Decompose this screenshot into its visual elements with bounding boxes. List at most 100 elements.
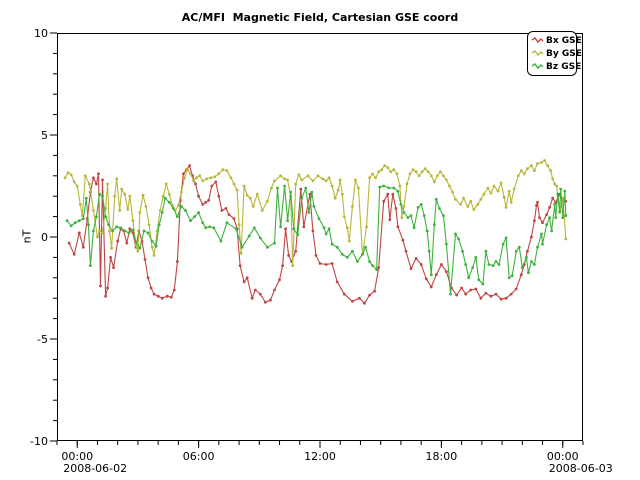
data-point-marker (286, 179, 289, 182)
data-point-marker (151, 240, 154, 243)
data-point-marker (474, 288, 477, 291)
data-point-marker (291, 264, 294, 267)
data-point-marker (259, 237, 262, 240)
data-point-marker (500, 182, 503, 185)
data-point-marker (328, 176, 331, 179)
data-point-marker (505, 297, 508, 300)
data-point-marker (254, 289, 257, 292)
data-point-marker (430, 174, 433, 177)
data-point-marker (64, 176, 67, 179)
data-point-marker (556, 193, 559, 196)
data-point-marker (386, 193, 389, 196)
data-point-marker (87, 223, 90, 226)
data-point-marker (550, 230, 553, 233)
data-point-marker (363, 302, 366, 305)
data-point-marker (307, 174, 310, 177)
data-point-marker (243, 185, 246, 188)
data-point-marker (377, 266, 380, 269)
data-point-marker (383, 164, 386, 167)
data-point-marker (294, 250, 297, 253)
data-point-marker (373, 290, 376, 293)
data-point-marker (415, 170, 418, 173)
data-point-marker (541, 243, 544, 246)
data-point-marker (548, 216, 551, 219)
chart-window: AC/MFI Magnetic Field, Cartesian GSE coo… (0, 0, 640, 480)
x-date-label: 2008-06-02 (63, 462, 127, 475)
data-point-marker (445, 270, 448, 273)
data-point-marker (402, 239, 405, 242)
data-point-marker (98, 193, 101, 196)
data-point-marker (226, 221, 229, 224)
data-point-marker (109, 256, 112, 259)
data-point-marker (76, 185, 79, 188)
data-point-marker (334, 197, 337, 200)
data-point-marker (161, 211, 164, 214)
data-point-marker (392, 168, 395, 171)
data-point-marker (270, 187, 273, 190)
data-point-marker (442, 174, 445, 177)
data-point-marker (421, 170, 424, 173)
data-point-marker (135, 241, 138, 244)
data-point-marker (553, 183, 556, 186)
data-point-marker (168, 193, 171, 196)
data-point-marker (139, 211, 142, 214)
data-point-marker (388, 218, 391, 221)
data-point-marker (502, 243, 505, 246)
data-point-marker (424, 167, 427, 170)
data-point-marker (118, 209, 121, 212)
data-point-marker (540, 161, 543, 164)
data-point-marker (182, 172, 185, 175)
data-point-marker (98, 230, 101, 233)
data-point-marker (177, 204, 180, 207)
data-point-marker (545, 213, 548, 216)
data-point-marker (482, 283, 485, 286)
data-point-marker (399, 185, 402, 188)
data-point-marker (230, 176, 233, 179)
data-point-marker (221, 209, 224, 212)
data-point-marker (155, 245, 158, 248)
data-point-marker (543, 159, 546, 162)
data-point-marker (116, 240, 119, 243)
data-point-marker (337, 189, 340, 192)
data-point-marker (197, 211, 200, 214)
data-point-marker (511, 274, 514, 277)
data-point-marker (269, 299, 272, 302)
data-point-marker (467, 276, 470, 279)
data-point-marker (436, 174, 439, 177)
data-point-marker (209, 176, 212, 179)
data-point-marker (413, 226, 416, 229)
data-point-marker (153, 293, 156, 296)
data-point-marker (281, 264, 284, 267)
data-point-marker (201, 221, 204, 224)
data-point-marker (477, 278, 480, 281)
data-point-marker (395, 207, 398, 210)
data-point-marker (533, 169, 536, 172)
data-point-marker (201, 180, 204, 183)
data-point-marker (346, 226, 349, 229)
data-point-marker (197, 195, 200, 198)
legend: Bx GSEBy GSEBz GSE (527, 31, 577, 76)
data-point-marker (554, 216, 557, 219)
data-point-marker (292, 227, 295, 230)
data-point-marker (222, 168, 225, 171)
data-point-marker (488, 263, 491, 266)
data-point-marker (365, 225, 368, 228)
data-point-marker (515, 250, 518, 253)
data-point-marker (128, 195, 131, 198)
data-point-marker (356, 260, 359, 263)
data-point-marker (161, 297, 164, 300)
data-point-marker (508, 276, 511, 279)
data-point-marker (233, 217, 236, 220)
data-point-marker (315, 254, 318, 257)
data-point-marker (339, 179, 342, 182)
data-point-marker (454, 198, 457, 201)
data-point-marker (67, 171, 70, 174)
data-point-marker (343, 215, 346, 218)
data-point-marker (471, 266, 474, 269)
data-point-marker (99, 285, 102, 288)
data-point-marker (371, 264, 374, 267)
data-point-marker (173, 289, 176, 292)
data-point-marker (505, 237, 508, 240)
data-point-marker (406, 183, 409, 186)
data-point-marker (430, 286, 433, 289)
